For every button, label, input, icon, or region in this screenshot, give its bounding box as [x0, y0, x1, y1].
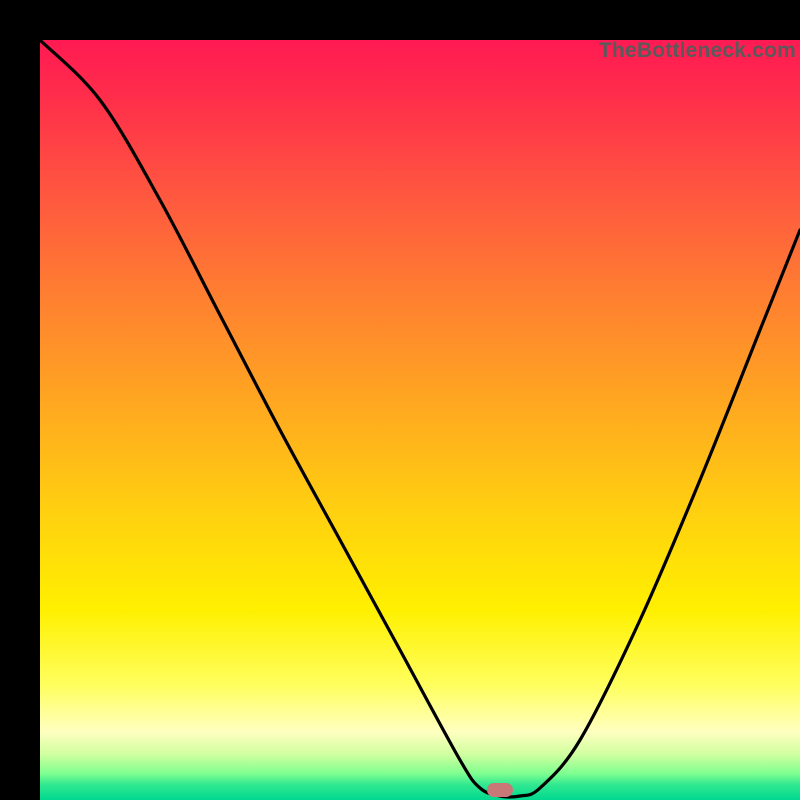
watermark-text: TheBottleneck.com: [599, 39, 796, 63]
heat-gradient-background: [40, 40, 800, 800]
optimal-marker: [487, 783, 513, 797]
chart-frame: TheBottleneck.com: [0, 0, 800, 800]
plot-area: TheBottleneck.com: [40, 40, 800, 800]
